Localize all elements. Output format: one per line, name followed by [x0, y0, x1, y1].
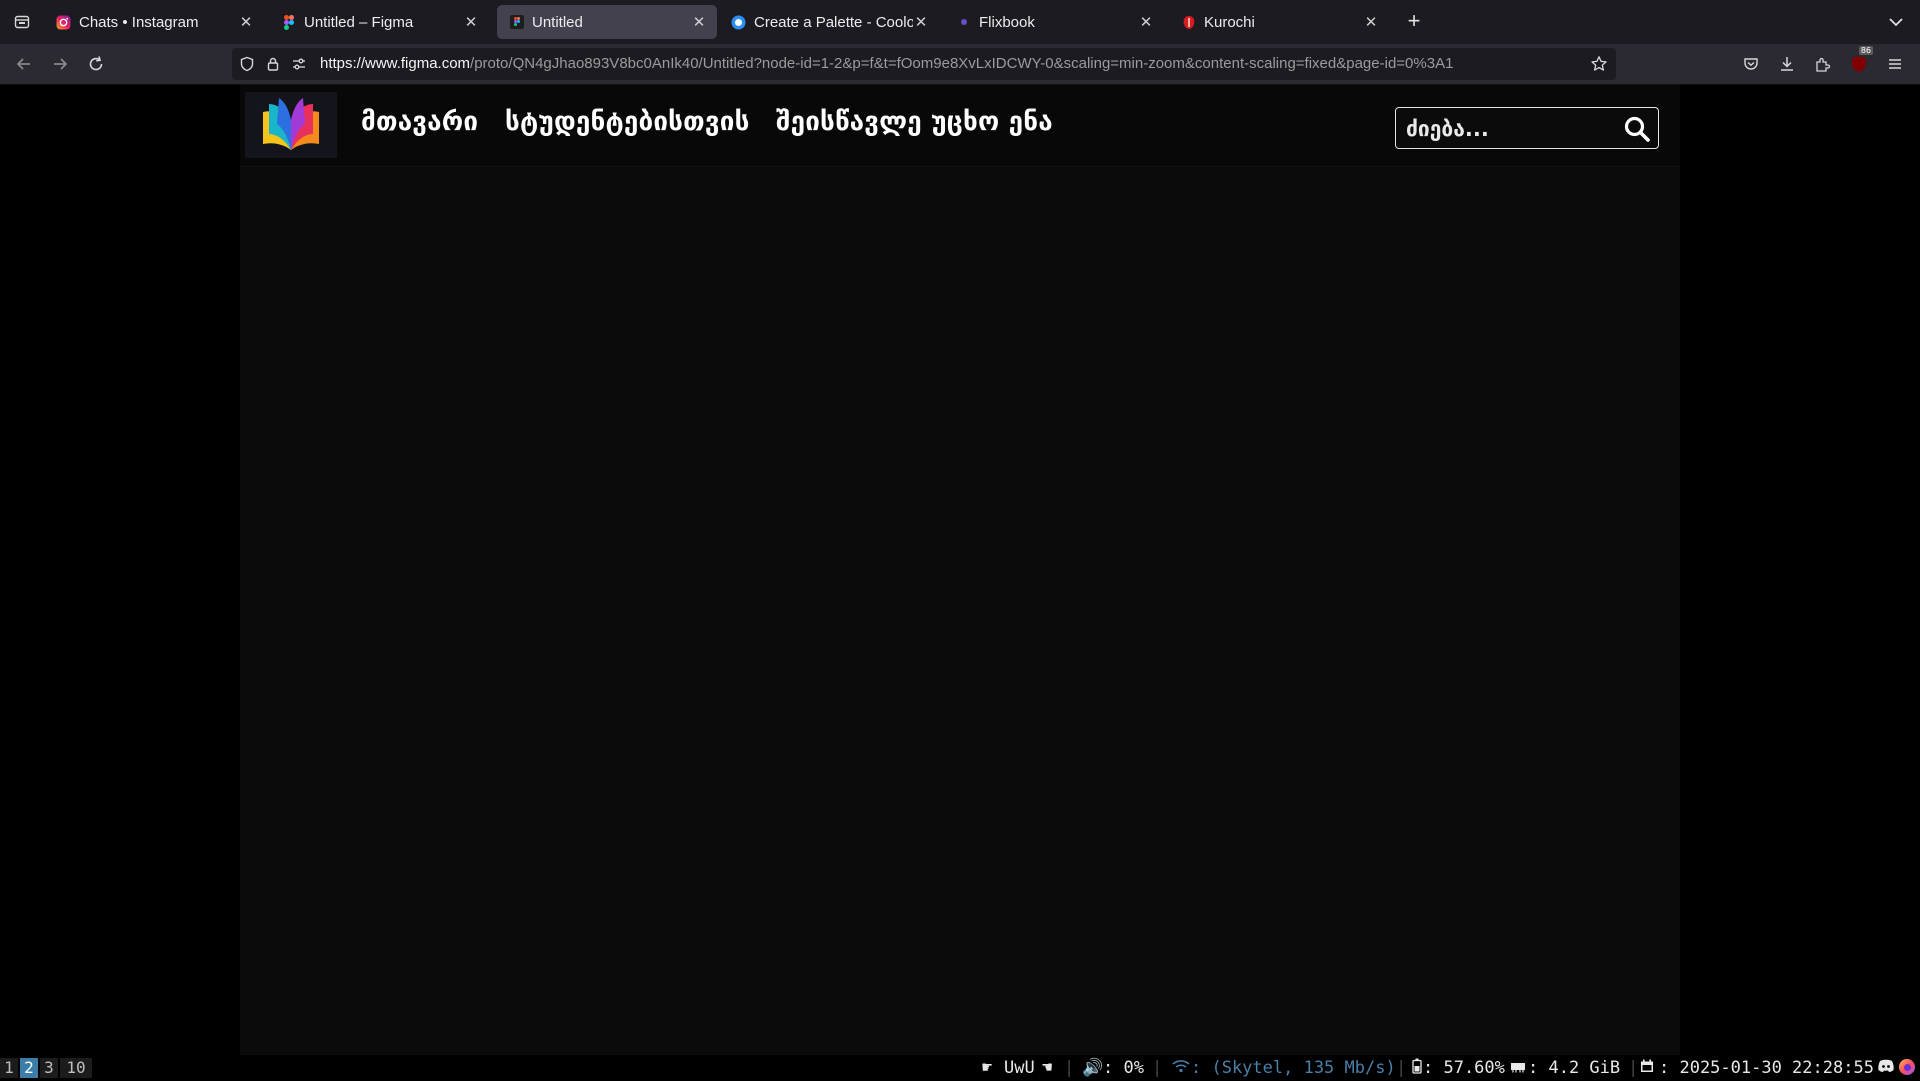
workspace-1[interactable]: 1	[0, 1058, 18, 1078]
close-icon[interactable]: ✕	[691, 13, 707, 31]
workspace-3[interactable]: 3	[40, 1058, 58, 1078]
hamburger-menu-icon[interactable]	[1883, 52, 1907, 76]
tab-untitled[interactable]: Untitled ✕	[497, 5, 717, 39]
lock-icon[interactable]	[264, 55, 282, 73]
url-text[interactable]: https://www.figma.com/proto/QN4gJhao893V…	[320, 55, 1520, 72]
close-icon[interactable]: ✕	[1363, 13, 1379, 31]
page-viewport: მთავარი სტუდენტებისთვის შეისწავლე უცხო ე…	[0, 85, 1920, 1055]
battery-level: : 57.60%	[1423, 1058, 1505, 1078]
extension-badge: 86	[1858, 46, 1873, 55]
shield-icon[interactable]	[238, 55, 256, 73]
wifi-icon	[1172, 1058, 1190, 1078]
book-logo-icon[interactable]	[245, 92, 337, 158]
tab-flixbook[interactable]: Flixbook ✕	[944, 5, 1164, 39]
close-icon[interactable]: ✕	[238, 13, 254, 31]
date-time: : 2025-01-30 22:28:55	[1659, 1058, 1874, 1078]
memory-usage: : 4.2 GiB	[1528, 1058, 1621, 1078]
system-status-bar: 1 2 3 10 ☛ UwU ☚ | 🔊 : 0% | : (Skytel, 1…	[0, 1056, 1920, 1080]
window-title: UwU	[1004, 1058, 1035, 1078]
tab-title: Untitled	[532, 13, 583, 31]
speaker-icon: 🔊	[1082, 1058, 1104, 1078]
url-path: /proto/QN4gJhao893V8bc0AnIk40/Untitled?n…	[470, 55, 1454, 72]
separator: |	[1628, 1058, 1639, 1078]
memory-icon	[1510, 1058, 1526, 1078]
tab-title: Chats • Instagram	[79, 13, 199, 31]
workspace-10[interactable]: 10	[60, 1058, 92, 1078]
nav-link-learn-language[interactable]: შეისწავლე უცხო ენა	[776, 107, 1053, 137]
back-arrow-icon[interactable]	[12, 52, 36, 76]
pointing-hand-icon: ☚	[1042, 1058, 1053, 1078]
tab-strip: Chats • Instagram ✕ Untitled – Figma ✕ U…	[0, 0, 1920, 44]
discord-icon[interactable]	[1877, 1058, 1895, 1078]
firefox-view-icon[interactable]	[8, 8, 36, 36]
prototype-frame: მთავარი სტუდენტებისთვის შეისწავლე უცხო ე…	[240, 85, 1680, 1055]
downloads-icon[interactable]	[1775, 52, 1799, 76]
firefox-icon[interactable]	[1898, 1058, 1916, 1078]
forward-arrow-icon[interactable]	[48, 52, 72, 76]
tab-title: Create a Palette - Coolors	[754, 13, 913, 31]
separator: |	[1152, 1058, 1163, 1078]
tab-coolors[interactable]: Create a Palette - Coolors ✕	[719, 5, 939, 39]
separator: |	[1396, 1058, 1407, 1078]
flixbook-icon	[956, 15, 971, 30]
tab-figma[interactable]: Untitled – Figma ✕	[269, 5, 489, 39]
tab-title: Kurochi	[1204, 13, 1255, 31]
reload-icon[interactable]	[84, 52, 108, 76]
permissions-icon[interactable]	[290, 55, 308, 73]
tab-instagram[interactable]: Chats • Instagram ✕	[44, 5, 264, 39]
volume-level: : 0%	[1103, 1058, 1144, 1078]
figma-icon	[509, 15, 524, 30]
navigation-toolbar: https://www.figma.com/proto/QN4gJhao893V…	[0, 44, 1920, 85]
pointing-hand-icon: ☛	[982, 1058, 993, 1078]
search-box	[1395, 107, 1659, 149]
figma-icon	[281, 14, 296, 30]
nav-link-students[interactable]: სტუდენტებისთვის	[505, 107, 750, 137]
instagram-icon	[56, 15, 71, 30]
kurochi-icon	[1181, 15, 1196, 30]
search-input[interactable]	[1404, 114, 1608, 144]
ublock-extension-icon[interactable]: 86	[1847, 46, 1873, 76]
new-tab-button[interactable]: +	[1402, 10, 1426, 34]
chevron-down-icon[interactable]	[1886, 12, 1906, 32]
wifi-status: : (Skytel, 135 Mb/s)	[1191, 1058, 1396, 1078]
separator: |	[1064, 1058, 1075, 1078]
extensions-icon[interactable]	[1811, 52, 1835, 76]
tab-title: Flixbook	[979, 13, 1035, 31]
close-icon[interactable]: ✕	[463, 13, 479, 31]
close-icon[interactable]: ✕	[1138, 13, 1154, 31]
close-icon[interactable]: ✕	[913, 13, 929, 31]
nav-link-home[interactable]: მთავარი	[361, 107, 478, 137]
workspace-2[interactable]: 2	[20, 1058, 38, 1078]
pocket-icon[interactable]	[1739, 52, 1763, 76]
site-header: მთავარი სტუდენტებისთვის შეისწავლე უცხო ე…	[240, 85, 1680, 167]
battery-icon	[1412, 1058, 1422, 1078]
calendar-icon	[1640, 1058, 1654, 1078]
tab-kurochi[interactable]: Kurochi ✕	[1169, 5, 1389, 39]
bookmark-star-icon[interactable]	[1590, 55, 1608, 73]
url-bar[interactable]: https://www.figma.com/proto/QN4gJhao893V…	[232, 48, 1616, 80]
search-icon[interactable]	[1622, 114, 1652, 144]
coolors-icon	[731, 15, 746, 30]
url-host: https://www.figma.com	[320, 55, 471, 72]
tab-title: Untitled – Figma	[304, 13, 414, 31]
